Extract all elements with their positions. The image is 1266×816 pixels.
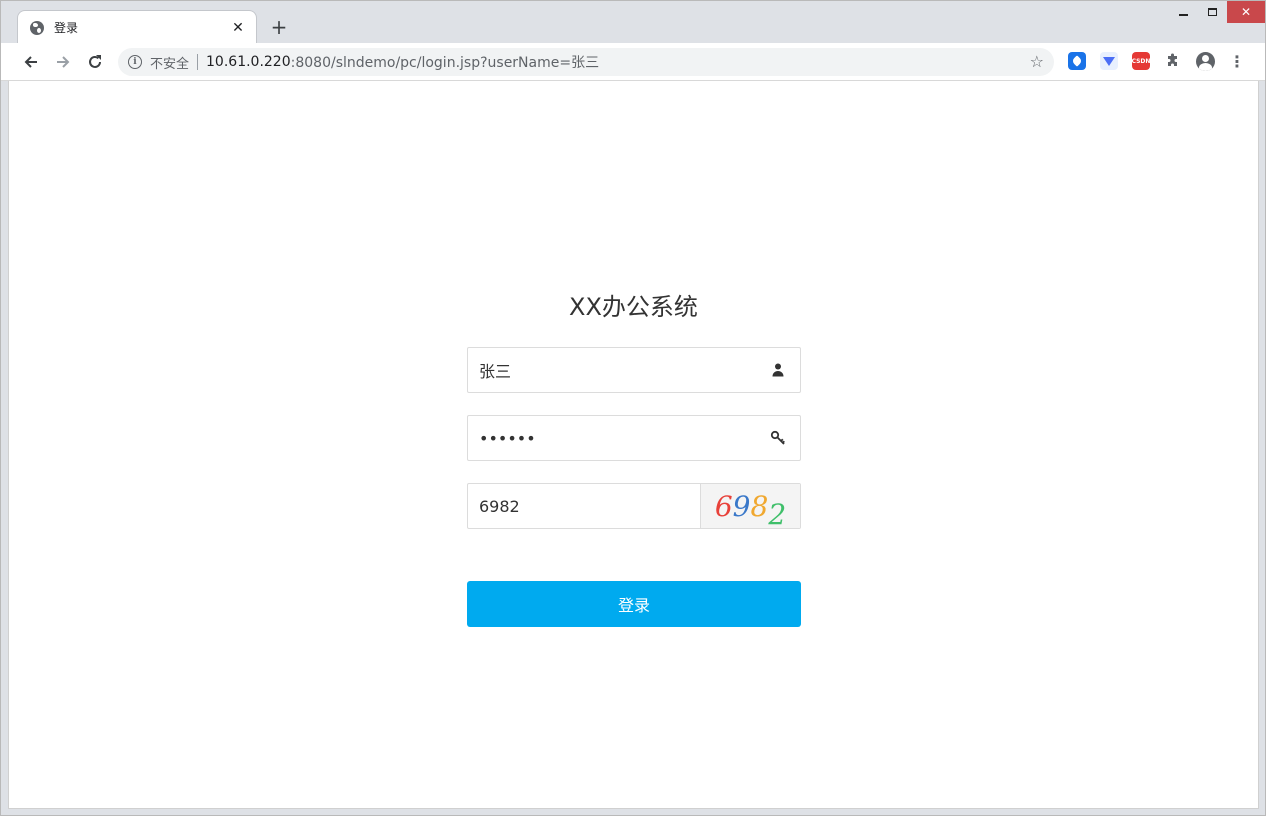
captcha-input[interactable] xyxy=(468,484,698,528)
username-input[interactable] xyxy=(468,348,748,392)
extension-blue-icon[interactable] xyxy=(1068,52,1086,70)
minimize-icon xyxy=(1179,14,1188,16)
back-button[interactable] xyxy=(15,46,47,78)
minimize-button[interactable] xyxy=(1169,1,1198,23)
arrow-right-icon xyxy=(57,55,70,68)
url-host: 10.61.0.220 xyxy=(206,54,291,70)
bookmark-star-icon[interactable]: ☆ xyxy=(1030,52,1044,71)
extension-csdn-icon[interactable]: CSDN xyxy=(1132,52,1150,70)
forward-button[interactable] xyxy=(47,46,79,78)
key-icon xyxy=(770,430,785,445)
puzzle-icon[interactable] xyxy=(1164,52,1182,70)
separator xyxy=(197,54,199,70)
browser-toolbar: i 不安全 10.61.0.220:8080/slndemo/pc/login.… xyxy=(1,43,1265,81)
new-tab-button[interactable]: + xyxy=(267,15,291,39)
tab-login[interactable]: 登录 ✕ xyxy=(17,10,257,44)
browser-window: 登录 ✕ + ✕ i 不安全 10.61.0.220:8080/slndemo/… xyxy=(0,0,1266,816)
reload-icon xyxy=(89,54,101,68)
tab-close-icon[interactable]: ✕ xyxy=(230,20,246,36)
info-icon[interactable]: i xyxy=(128,55,142,69)
maximize-button[interactable] xyxy=(1198,1,1227,23)
url-path: :8080/slndemo/pc/login.jsp?userName=张三 xyxy=(290,55,600,71)
captcha-digit: 6 xyxy=(714,489,733,523)
arrow-left-icon xyxy=(24,55,37,68)
profile-avatar-icon[interactable] xyxy=(1196,52,1215,71)
tab-title: 登录 xyxy=(54,21,79,35)
insecure-label: 不安全 xyxy=(150,56,190,72)
close-window-button[interactable]: ✕ xyxy=(1227,1,1265,23)
user-icon xyxy=(772,363,784,377)
maximize-icon xyxy=(1208,8,1217,16)
captcha-digit: 2 xyxy=(768,497,787,531)
page-title: XX办公系统 xyxy=(569,293,698,321)
reload-button[interactable] xyxy=(79,46,111,78)
login-button[interactable]: 登录 xyxy=(467,581,801,627)
captcha-digit: 9 xyxy=(732,489,751,523)
username-field[interactable] xyxy=(467,347,801,393)
password-field[interactable] xyxy=(467,415,801,461)
extensions-puzzle-icon xyxy=(1168,53,1177,66)
captcha-image[interactable]: 6982 xyxy=(700,484,800,531)
globe-icon xyxy=(30,20,44,35)
captcha-digit: 8 xyxy=(750,489,769,523)
password-input[interactable] xyxy=(468,416,748,460)
extension-bird-icon[interactable] xyxy=(1100,52,1118,70)
window-controls: ✕ xyxy=(1169,1,1265,23)
page-content: XX办公系统 6982 登录 xyxy=(8,81,1259,809)
tab-strip: 登录 ✕ + xyxy=(1,1,1161,44)
address-bar[interactable]: i 不安全 10.61.0.220:8080/slndemo/pc/login.… xyxy=(118,48,1054,76)
menu-kebab-icon[interactable]: ⋮ xyxy=(1229,52,1245,71)
captcha-field[interactable]: 6982 xyxy=(467,483,801,531)
